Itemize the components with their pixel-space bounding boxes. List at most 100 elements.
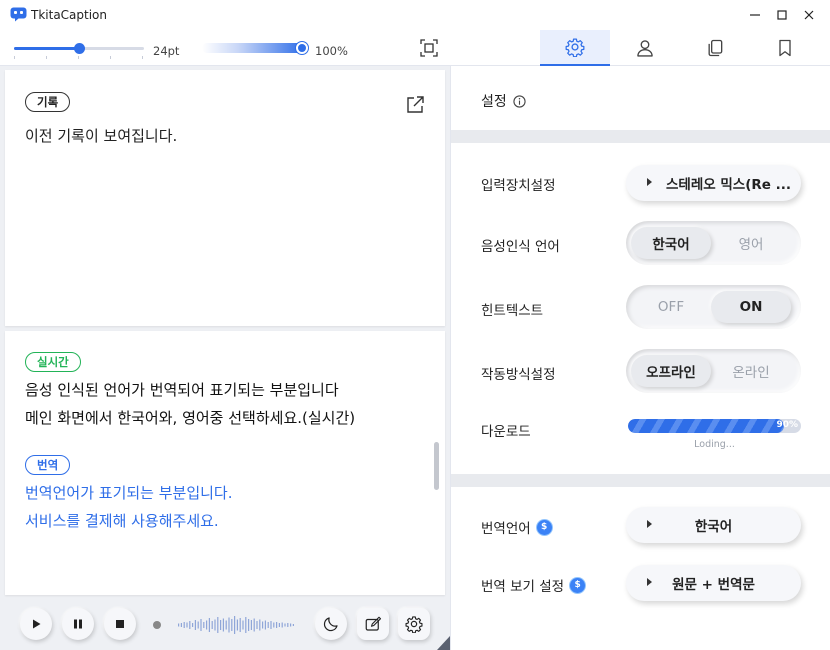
user-icon [637, 40, 653, 57]
translate-view-label: 번역 보기 설정 $ [481, 575, 586, 595]
waveform-bar [208, 618, 210, 632]
history-text: 이전 기록이 보여집니다. [25, 127, 178, 145]
hint-text-option-off[interactable]: OFF [631, 291, 711, 323]
translation-line: 서비스를 결제해 사용해주세요. [25, 512, 219, 530]
waveform-bar [189, 621, 191, 629]
download-progress-fill [628, 419, 784, 433]
opacity-value: 100% [315, 44, 348, 58]
mode-option-online[interactable]: 온라인 [711, 355, 791, 387]
maximize-button[interactable] [771, 4, 793, 26]
slider-tick [46, 56, 47, 59]
slider-tick [142, 56, 143, 59]
resize-grip-icon[interactable] [437, 636, 450, 650]
waveform-bar [203, 622, 205, 628]
waveform-bar [231, 619, 233, 631]
waveform-bar [290, 623, 292, 627]
play-icon [33, 619, 41, 629]
gear-icon [565, 38, 585, 57]
translate-language-dropdown[interactable]: 한국어 [626, 507, 801, 543]
font-size-slider[interactable] [14, 43, 144, 54]
input-device-dropdown[interactable]: 스테레오 믹스(Re ... [626, 165, 801, 201]
waveform-bar [225, 620, 227, 630]
paid-feature-icon: $ [536, 519, 552, 535]
dark-mode-button[interactable] [315, 608, 347, 640]
waveform-bar [276, 622, 278, 628]
settings-button[interactable] [398, 608, 430, 640]
settings-title-text: 설정 [481, 94, 507, 110]
pause-button[interactable] [62, 608, 94, 640]
waveform-bar [206, 620, 208, 630]
settings-title: 설정 [481, 91, 526, 111]
tab-profile[interactable] [610, 30, 680, 66]
hint-text-option-on[interactable]: ON [711, 291, 791, 323]
audio-waveform [178, 616, 294, 634]
caption-scrollbar[interactable] [434, 442, 439, 490]
slider-tick [78, 56, 79, 59]
waveform-bar [256, 621, 258, 629]
caret-right-icon [647, 520, 652, 528]
translate-view-value: 원문 + 번역문 [672, 577, 755, 593]
font-size-slider-fill [14, 47, 79, 50]
opacity-slider[interactable] [202, 43, 304, 53]
stop-button[interactable] [104, 608, 136, 640]
speech-language-option-korean[interactable]: 한국어 [631, 227, 711, 259]
app-logo-icon [10, 7, 27, 22]
gear-icon [405, 616, 423, 633]
tab-settings[interactable] [540, 30, 610, 66]
waveform-bar [278, 623, 280, 627]
waveform-bar [214, 619, 216, 631]
hint-text-label: 힌트텍스트 [481, 303, 544, 319]
waveform-bar [284, 623, 286, 627]
live-caption-line: 음성 인식된 언어가 번역되어 표기되는 부분입니다 [25, 381, 339, 399]
tab-bookmark[interactable] [750, 30, 820, 66]
hint-text-toggle: OFF ON [626, 285, 801, 329]
tab-copy[interactable] [680, 30, 750, 66]
info-icon[interactable] [513, 94, 526, 108]
open-external-icon[interactable] [406, 96, 424, 114]
close-button[interactable] [798, 4, 820, 26]
fit-screen-icon[interactable] [420, 39, 438, 57]
waveform-bar [220, 620, 222, 630]
minimize-button[interactable] [744, 4, 766, 26]
bookmark-icon [779, 39, 791, 57]
translate-view-dropdown[interactable]: 원문 + 번역문 [626, 565, 801, 601]
waveform-bar [267, 622, 269, 628]
waveform-bar [273, 622, 275, 628]
mode-option-offline[interactable]: 오프라인 [631, 355, 711, 387]
opacity-slider-thumb[interactable] [296, 42, 308, 54]
speech-language-toggle: 한국어 영어 [626, 221, 801, 265]
history-card: 기록 이전 기록이 보여집니다. [5, 70, 445, 326]
settings-panel: 설정 입력장치설정 스테레오 믹스(Re ... 음성인식 언어 한국어 영어 … [450, 66, 830, 650]
waveform-bar [180, 623, 182, 627]
waveform-bar [183, 622, 185, 628]
speech-language-option-english[interactable]: 영어 [711, 227, 791, 259]
edit-caption-button[interactable] [357, 608, 389, 640]
input-device-label: 입력장치설정 [481, 178, 556, 194]
title-bar: TkitaCaption [0, 0, 830, 30]
caption-panel: 기록 이전 기록이 보여집니다. 실시간 음성 인식된 언어가 번역되어 표기되… [0, 66, 450, 650]
record-indicator [153, 621, 161, 629]
live-caption-card: 실시간 음성 인식된 언어가 번역되어 표기되는 부분입니다 메인 화면에서 한… [5, 331, 445, 595]
waveform-bar [200, 619, 202, 631]
waveform-bar [287, 623, 289, 627]
minimize-icon [750, 14, 760, 16]
live-badge: 실시간 [25, 352, 81, 372]
mode-label: 작동방식설정 [481, 367, 556, 383]
waveform-bar [242, 620, 244, 630]
stop-icon [116, 620, 124, 628]
waveform-bar [186, 622, 188, 628]
waveform-bar [259, 619, 261, 631]
translate-view-label-text: 번역 보기 설정 [481, 579, 565, 595]
waveform-bar [234, 616, 236, 634]
translate-language-label-text: 번역언어 [481, 521, 531, 537]
waveform-bar [236, 619, 238, 631]
waveform-bar [178, 623, 180, 627]
font-size-slider-thumb[interactable] [74, 43, 85, 54]
pause-icon [74, 619, 82, 629]
history-badge: 기록 [25, 92, 71, 112]
play-button[interactable] [20, 608, 52, 640]
translate-language-label: 번역언어 $ [481, 517, 552, 537]
copy-icon [708, 39, 723, 57]
caret-right-icon [647, 178, 652, 186]
download-label: 다운로드 [481, 424, 531, 440]
